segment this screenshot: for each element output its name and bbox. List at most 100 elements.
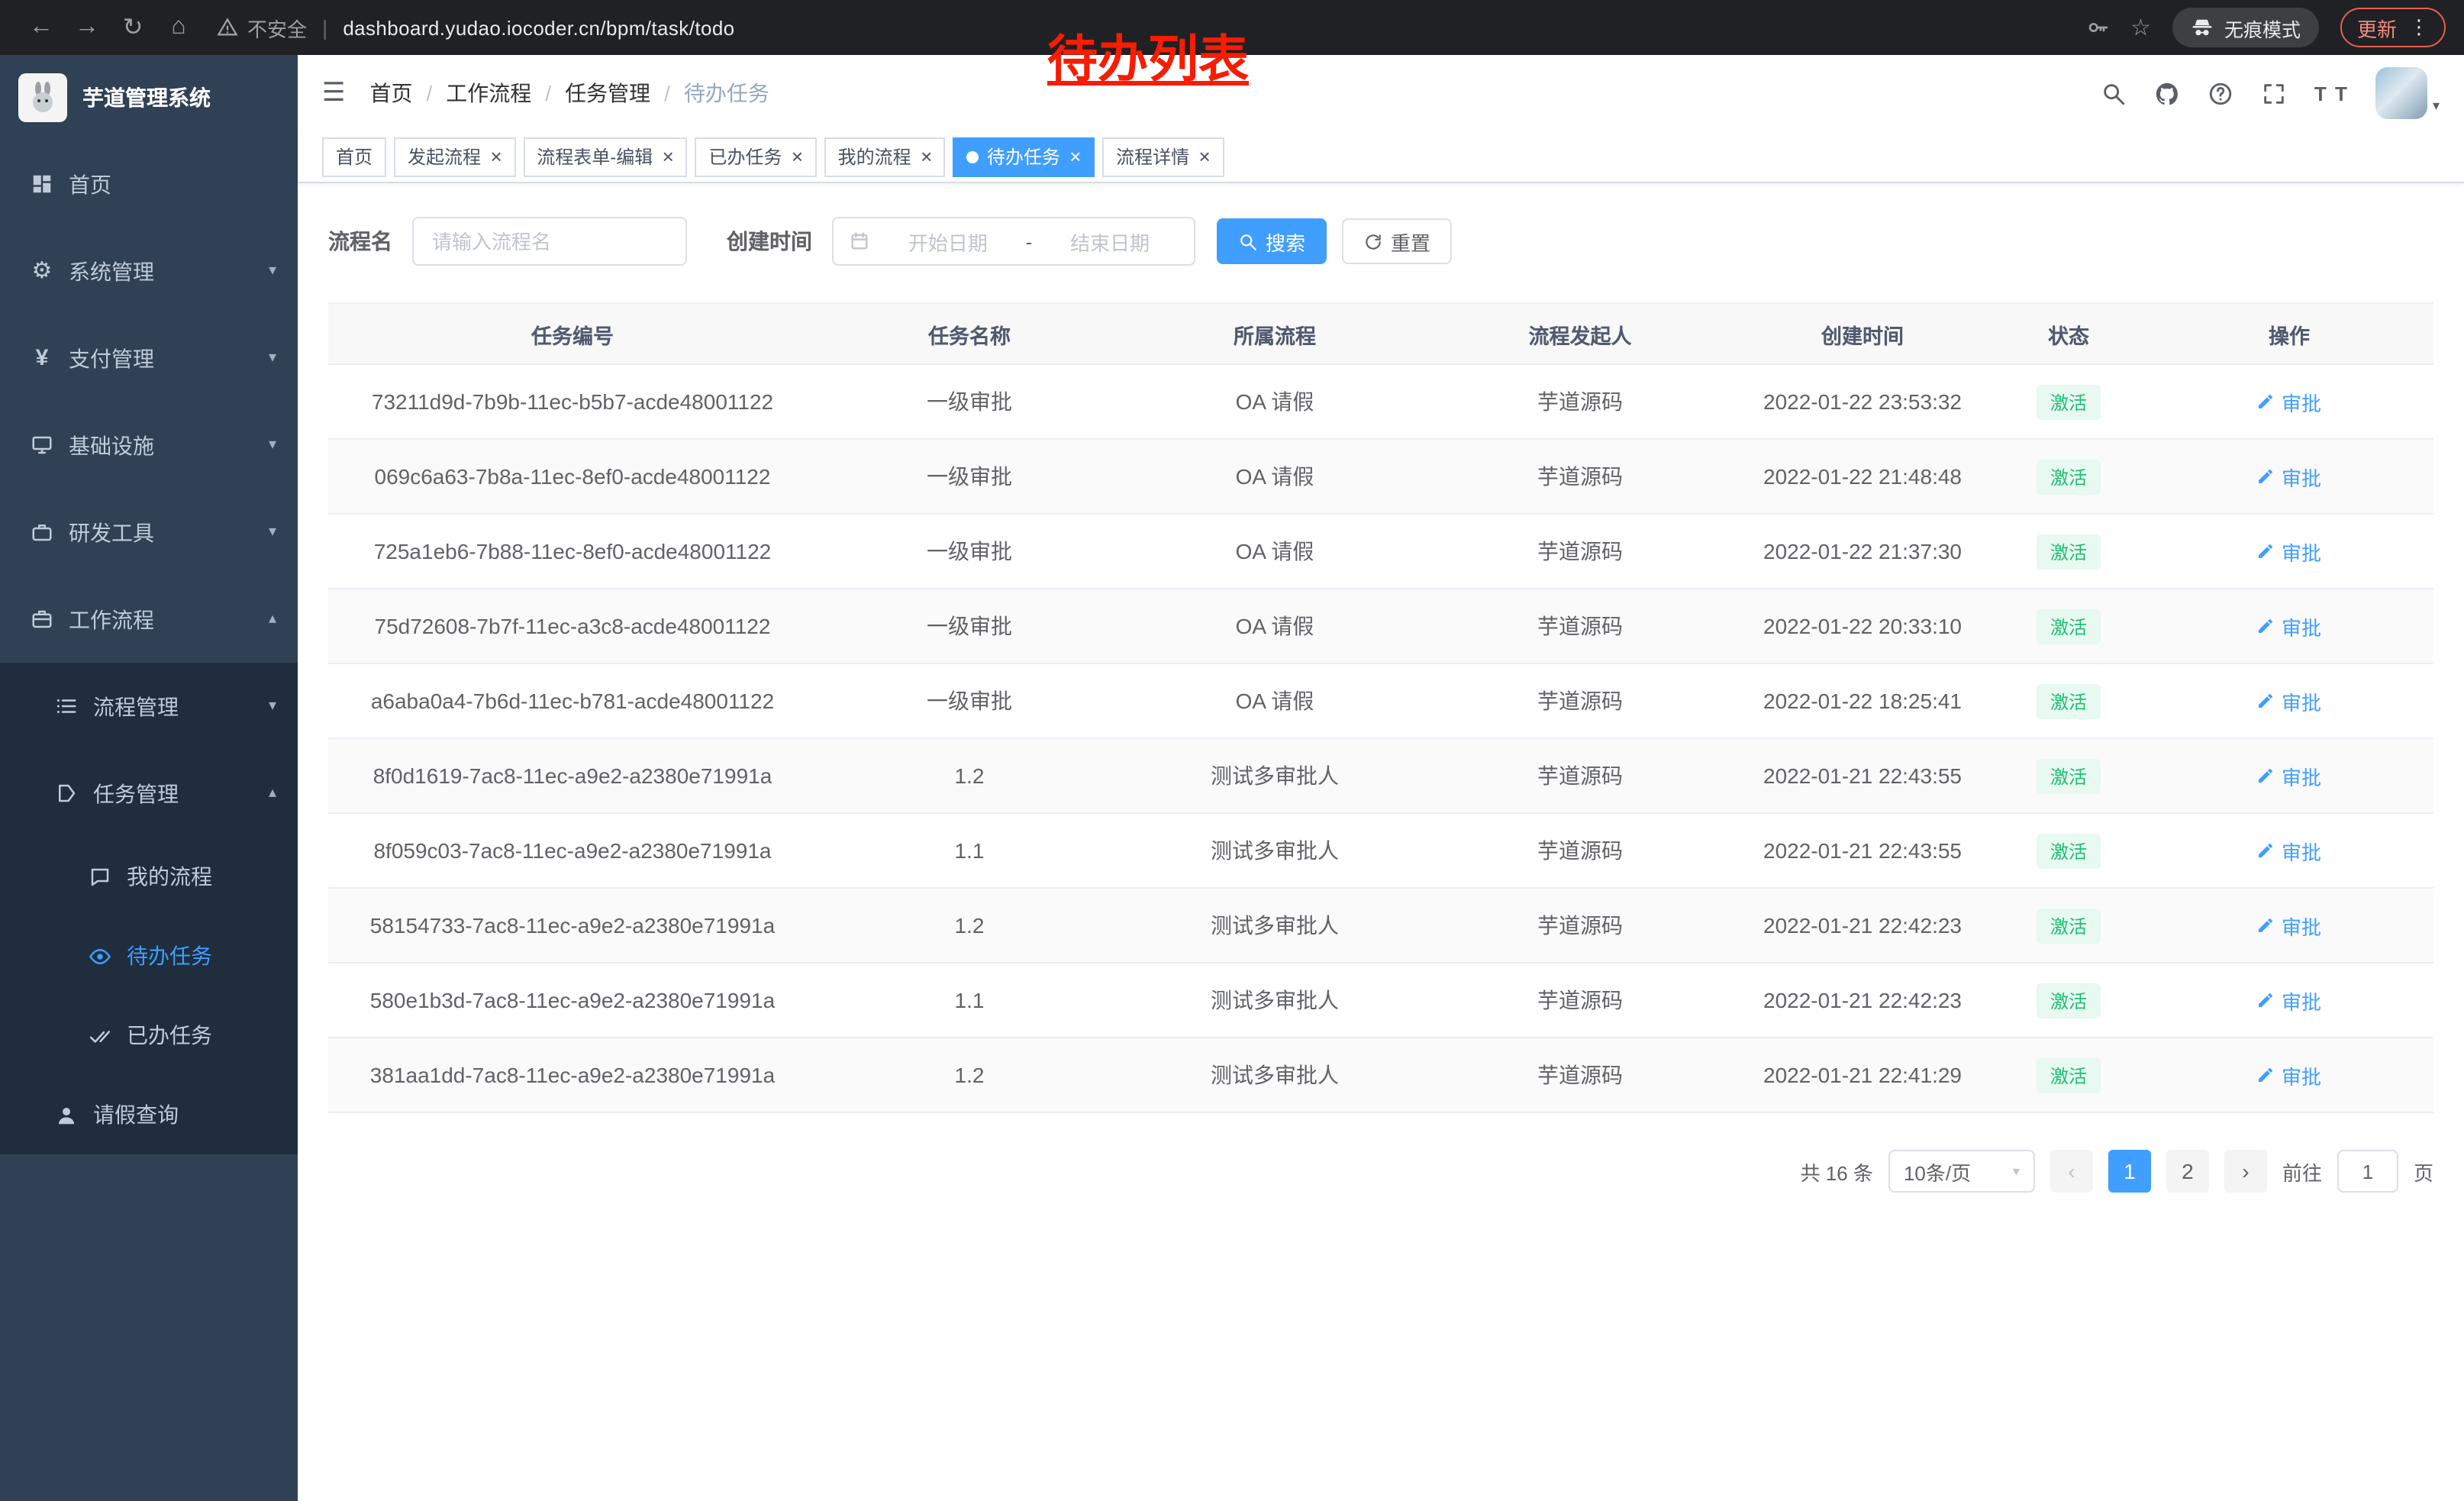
incognito-badge: 无痕模式 — [2172, 8, 2319, 47]
sidebar-item-home[interactable]: 首页 — [0, 140, 298, 228]
help-icon[interactable] — [2208, 80, 2233, 106]
approve-button[interactable]: 审批 — [2257, 761, 2321, 790]
approve-button[interactable]: 审批 — [2257, 537, 2321, 566]
sidebar-item-leave-query[interactable]: 请假查询 — [0, 1075, 298, 1154]
tab-3[interactable]: 已办任务× — [695, 137, 816, 176]
tab-1[interactable]: 发起流程× — [394, 137, 515, 176]
created-cell: 2022-01-22 21:37:30 — [1733, 514, 1992, 589]
close-icon[interactable]: × — [921, 147, 932, 166]
search-icon — [1238, 231, 1258, 251]
sidebar-item-label: 支付管理 — [69, 343, 154, 373]
font-size-icon[interactable]: T T — [2314, 82, 2349, 105]
process-cell: 测试多审批人 — [1122, 888, 1427, 963]
update-button[interactable]: 更新 ⋮ — [2340, 8, 2446, 47]
approve-button[interactable]: 审批 — [2257, 612, 2321, 641]
prev-page-button[interactable]: ‹ — [2050, 1150, 2093, 1193]
approve-label: 审批 — [2282, 387, 2321, 416]
col-created: 创建时间 — [1733, 303, 1992, 364]
close-icon[interactable]: × — [490, 147, 502, 166]
page-size-select[interactable]: 10条/页 ▾ — [1888, 1150, 2035, 1193]
address-bar[interactable]: dashboard.yudao.iocoder.cn/bpm/task/todo — [343, 16, 734, 39]
chevron-down-icon: ▾ — [2013, 1163, 2020, 1180]
browser-menu-icon[interactable]: ⋮ — [2409, 15, 2429, 40]
main-area: ☰ 首页 / 工作流程 / 任务管理 / 待办任务 T T ▾ — [298, 55, 2464, 1501]
sidebar-collapse-icon[interactable]: ☰ — [322, 78, 346, 108]
sidebar-item-payment[interactable]: ¥ 支付管理 ▾ — [0, 315, 298, 402]
sidebar-item-dev-tools[interactable]: 研发工具 ▾ — [0, 489, 298, 576]
tags-view: 首页发起流程×流程表单-编辑×已办任务×我的流程×待办任务×流程详情× — [298, 131, 2464, 183]
page-size-value: 10条/页 — [1904, 1157, 1971, 1186]
created-cell: 2022-01-22 18:25:41 — [1733, 663, 1992, 738]
app-logo[interactable]: 芋道管理系统 — [0, 55, 298, 140]
back-button[interactable]: ← — [18, 14, 64, 41]
reload-button[interactable]: ↻ — [110, 12, 156, 43]
tab-0[interactable]: 首页 — [322, 137, 386, 176]
date-range-picker[interactable]: 开始日期 - 结束日期 — [832, 217, 1195, 266]
sidebar-item-todo-task[interactable]: 待办任务 — [0, 916, 298, 996]
page-button-1[interactable]: 1 — [2108, 1150, 2151, 1193]
approve-button[interactable]: 审批 — [2257, 911, 2321, 940]
approve-button[interactable]: 审批 — [2257, 836, 2321, 865]
avatar[interactable] — [2376, 67, 2428, 119]
action-cell: 审批 — [2145, 813, 2433, 888]
status-badge: 激活 — [2037, 608, 2101, 644]
close-icon[interactable]: × — [1198, 147, 1210, 166]
action-cell: 审批 — [2145, 1038, 2433, 1112]
home-button[interactable]: ⌂ — [156, 14, 202, 41]
sidebar-item-done-task[interactable]: 已办任务 — [0, 996, 298, 1075]
tab-2[interactable]: 流程表单-编辑 × — [523, 137, 687, 176]
goto-page-input[interactable] — [2337, 1150, 2398, 1193]
tab-4[interactable]: 我的流程× — [824, 137, 946, 176]
breadcrumb-separator: / — [427, 81, 433, 105]
task-id-cell: 725a1eb6-7b88-11ec-8ef0-acde48001122 — [328, 514, 817, 589]
search-icon[interactable] — [2101, 80, 2127, 106]
bookmark-star-icon[interactable]: ☆ — [2130, 14, 2151, 41]
process-name-input[interactable] — [432, 230, 667, 253]
page-button-2[interactable]: 2 — [2166, 1150, 2209, 1193]
approve-button[interactable]: 审批 — [2257, 986, 2321, 1015]
reset-button[interactable]: 重置 — [1342, 218, 1452, 264]
breadcrumb-item[interactable]: 任务管理 — [565, 78, 650, 108]
forward-button[interactable]: → — [64, 14, 110, 41]
next-page-button[interactable]: › — [2224, 1150, 2267, 1193]
created-cell: 2022-01-21 22:43:55 — [1733, 813, 1992, 888]
close-icon[interactable]: × — [791, 147, 802, 166]
fullscreen-icon[interactable] — [2261, 80, 2287, 106]
table-row: 725a1eb6-7b88-11ec-8ef0-acde48001122一级审批… — [328, 514, 2433, 589]
breadcrumb-item[interactable]: 工作流程 — [446, 78, 531, 108]
task-id-cell: 069c6a63-7b8a-11ec-8ef0-acde48001122 — [328, 439, 817, 514]
status-cell: 激活 — [1992, 813, 2145, 888]
approve-button[interactable]: 审批 — [2257, 387, 2321, 416]
sidebar: 芋道管理系统 首页 ⚙ 系统管理 ▾ ¥ 支付管理 ▾ 基础设施 ▾ 研发工具 … — [0, 55, 298, 1501]
user-menu[interactable]: ▾ — [2376, 67, 2440, 119]
create-time-label: 创建时间 — [727, 226, 812, 257]
sidebar-item-system[interactable]: ⚙ 系统管理 ▾ — [0, 228, 298, 315]
yen-icon: ¥ — [31, 347, 53, 370]
sidebar-item-process-mgmt[interactable]: 流程管理 ▾ — [0, 663, 298, 750]
search-button[interactable]: 搜索 — [1217, 218, 1327, 264]
tab-5[interactable]: 待办任务× — [953, 137, 1095, 176]
github-icon[interactable] — [2154, 80, 2180, 106]
sidebar-item-workflow[interactable]: 工作流程 ▴ — [0, 576, 298, 663]
approve-button[interactable]: 审批 — [2257, 462, 2321, 491]
breadcrumb-item[interactable]: 首页 — [370, 78, 413, 108]
sidebar-item-my-process[interactable]: 我的流程 — [0, 837, 298, 916]
security-indicator[interactable]: 不安全 — [217, 13, 307, 42]
close-icon[interactable]: × — [662, 147, 673, 166]
viewport: ← → ↻ ⌂ 不安全 | dashboard.yudao.iocoder.cn… — [0, 0, 2464, 1501]
update-label: 更新 — [2357, 13, 2397, 42]
tab-6[interactable]: 流程详情× — [1102, 137, 1224, 176]
initiator-cell: 芋道源码 — [1427, 663, 1733, 738]
col-action: 操作 — [2145, 303, 2433, 364]
close-icon[interactable]: × — [1069, 147, 1081, 166]
approve-button[interactable]: 审批 — [2257, 686, 2321, 715]
sidebar-item-task-mgmt[interactable]: 任务管理 ▴ — [0, 750, 298, 837]
sidebar-item-infrastructure[interactable]: 基础设施 ▾ — [0, 402, 298, 489]
calendar-icon — [849, 231, 870, 252]
status-cell: 激活 — [1992, 888, 2145, 963]
tab-label: 流程表单-编辑 — [537, 144, 653, 169]
password-key-icon[interactable] — [2085, 15, 2109, 40]
action-cell: 审批 — [2145, 439, 2433, 514]
approve-button[interactable]: 审批 — [2257, 1060, 2321, 1089]
process-name-field[interactable] — [412, 217, 687, 266]
